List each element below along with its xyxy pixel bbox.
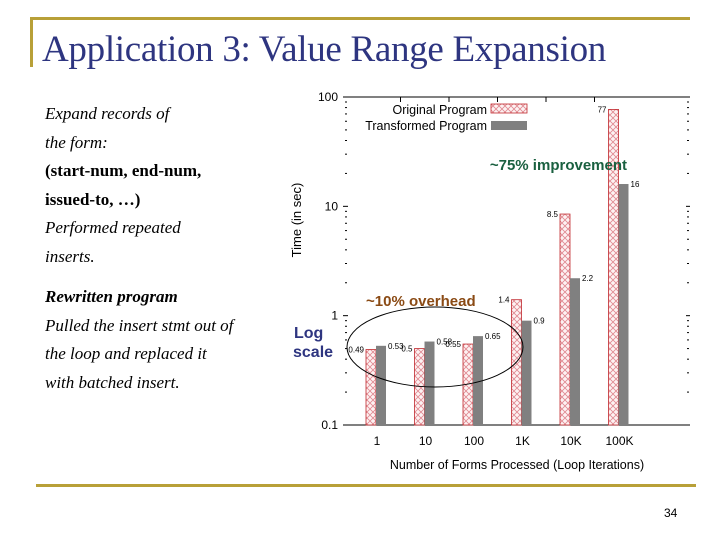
x-tick-label: 1 xyxy=(374,434,381,448)
page-number: 34 xyxy=(664,506,678,520)
data-label: 2.2 xyxy=(582,274,594,283)
y-axis-label: Time (in sec) xyxy=(289,183,304,258)
body-line: Expand records of xyxy=(45,104,170,123)
title-rule-left xyxy=(30,17,33,67)
body-text: Expand records of the form: (start-num, … xyxy=(45,100,285,397)
bar-transformed xyxy=(521,320,532,425)
x-axis-label: Number of Forms Processed (Loop Iteratio… xyxy=(390,458,644,472)
bar-original xyxy=(365,349,377,426)
x-tick-label: 1K xyxy=(515,434,530,448)
x-tick-label: 10 xyxy=(419,434,433,448)
bar-transformed xyxy=(618,184,629,425)
data-label: 16 xyxy=(631,180,640,189)
data-label: 8.5 xyxy=(547,210,559,219)
data-label: 0.49 xyxy=(348,346,364,355)
body-line: inserts. xyxy=(45,246,95,266)
legend-label-transformed: Transformed Program xyxy=(365,119,487,133)
slide-title: Application 3: Value Range Expansion xyxy=(42,29,606,70)
body-line: (start-num, end-num, xyxy=(45,161,202,180)
y-tick-label: 0.1 xyxy=(321,418,338,432)
improvement-annotation: ~75% improvement xyxy=(490,157,627,174)
x-tick-label: 100 xyxy=(464,434,484,448)
log-scale-annotation: Log xyxy=(294,325,323,342)
legend: Original Program Transformed Program xyxy=(365,103,528,133)
bar-original xyxy=(559,213,571,426)
data-label: 0.5 xyxy=(401,345,413,354)
bar-chart: 0.11101001 10 100 1K 10K 100K 0.49 0.530.50.58… xyxy=(289,90,690,472)
y-tick-label: 100 xyxy=(318,90,338,104)
body-line: Pulled the insert stmt out of xyxy=(45,315,234,335)
body-line: the loop and replaced it xyxy=(45,344,207,363)
y-tick-label: 1 xyxy=(331,309,338,323)
y-tick-label: 10 xyxy=(325,199,339,213)
data-label: 77 xyxy=(598,105,607,114)
legend-label-original: Original Program xyxy=(393,103,487,117)
body-line: with batched insert. xyxy=(45,372,180,392)
data-label: 0.65 xyxy=(485,332,501,341)
x-tick-label: 10K xyxy=(560,434,581,448)
bar-transformed xyxy=(376,345,386,425)
bar-transformed xyxy=(424,341,435,425)
data-label: 0.55 xyxy=(445,340,461,349)
body-line: issued-to, …) xyxy=(45,189,141,209)
data-label: 1.4 xyxy=(498,296,510,305)
bar-transformed xyxy=(570,278,580,425)
body-line: Performed repeated xyxy=(45,218,181,237)
title-rule xyxy=(30,17,690,20)
x-tick-label: 100K xyxy=(605,434,633,448)
data-label: 0.9 xyxy=(534,317,546,326)
body-line: the form: xyxy=(45,132,108,152)
body-heading: Rewritten program xyxy=(45,287,178,306)
footer-rule xyxy=(36,484,696,487)
log-scale-annotation: scale xyxy=(293,344,333,361)
legend-swatch-original xyxy=(490,103,528,114)
legend-swatch-transformed xyxy=(491,121,527,130)
